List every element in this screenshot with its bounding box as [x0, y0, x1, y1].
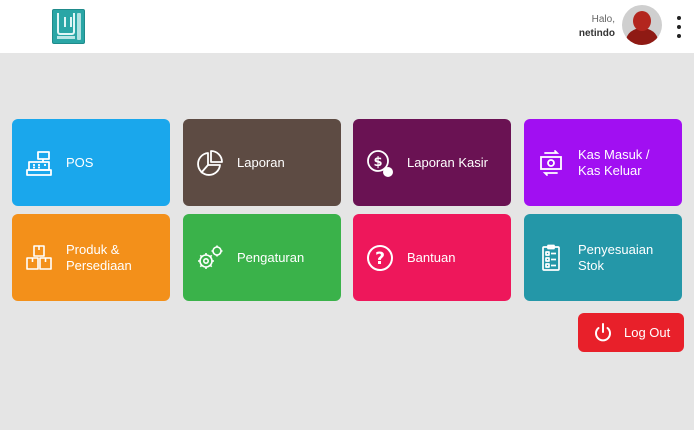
tile-laporan-kasir[interactable]: $ Laporan Kasir: [353, 119, 511, 206]
cash-exchange-icon: [536, 148, 566, 178]
app-logo[interactable]: [52, 9, 85, 44]
coin-hand-icon: $: [365, 148, 395, 178]
user-greeting: Halo, netindo: [579, 13, 615, 41]
tile-produk-persediaan-label: Produk & Persediaan: [66, 241, 132, 273]
tile-laporan-kasir-label: Laporan Kasir: [407, 154, 488, 170]
svg-text:?: ?: [375, 249, 385, 269]
tile-laporan[interactable]: Laporan: [183, 119, 341, 206]
username-text: netindo: [578, 28, 615, 39]
tile-bantuan[interactable]: ? Bantuan: [353, 214, 511, 301]
tile-kas-masuk-keluar[interactable]: Kas Masuk / Kas Keluar: [524, 119, 682, 206]
tile-penyesuaian-stok[interactable]: Penyesuaian Stok: [524, 214, 682, 301]
logout-button[interactable]: Log Out: [578, 313, 684, 352]
pie-chart-icon: [195, 148, 225, 178]
logout-label: Log Out: [624, 325, 671, 340]
tile-bantuan-label: Bantuan: [407, 249, 456, 265]
clipboard-list-icon: [536, 243, 566, 273]
boxes-icon: [24, 243, 54, 273]
power-icon: [592, 322, 614, 344]
tile-laporan-label: Laporan: [237, 154, 285, 170]
tile-kas-masuk-keluar-label: Kas Masuk / Kas Keluar: [578, 146, 650, 178]
gears-icon: [195, 243, 225, 273]
more-menu-icon[interactable]: [674, 16, 684, 38]
tile-produk-persediaan[interactable]: Produk & Persediaan: [12, 214, 170, 301]
tile-penyesuaian-stok-label: Penyesuaian Stok: [578, 241, 654, 273]
svg-text:$: $: [373, 155, 382, 170]
top-header: Halo, netindo: [0, 0, 694, 53]
tile-pos-label: POS: [66, 154, 94, 170]
question-circle-icon: ?: [365, 243, 395, 273]
avatar[interactable]: [622, 5, 662, 45]
tile-pengaturan[interactable]: Pengaturan: [183, 214, 341, 301]
tile-pos[interactable]: POS: [12, 119, 170, 206]
tile-pengaturan-label: Pengaturan: [237, 249, 305, 265]
greeting-text: Halo,: [591, 14, 615, 25]
cash-register-icon: [24, 148, 54, 178]
